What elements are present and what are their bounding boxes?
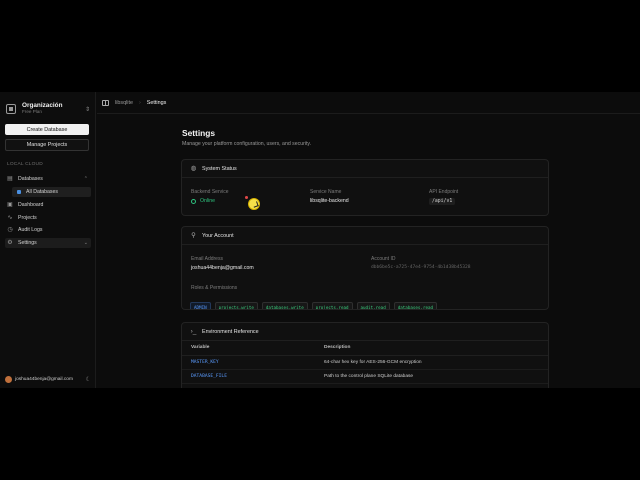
org-switcher[interactable]: Organización Free Plan ⇕	[6, 100, 90, 118]
gear-icon: ⚙	[7, 240, 13, 246]
backend-service-label: Backend Service	[191, 189, 229, 195]
sidebar-item-settings[interactable]: ⚙ Settings ⌄	[5, 238, 91, 248]
create-database-button[interactable]: Create Database	[5, 124, 89, 135]
account-id-value: dbb6be5c-a725-47e4-9754-4b1d38b45328	[371, 265, 471, 270]
env-variable: DATABASE_FILE	[182, 369, 315, 384]
sidebar-item-label: Settings	[18, 240, 37, 246]
card-title: System Status	[202, 165, 237, 172]
globe-icon: ◍	[190, 165, 197, 172]
sidebar: Organización Free Plan ⇕ Create Database…	[0, 92, 96, 388]
org-logo-icon	[6, 104, 16, 114]
table-header-row: Variable Description	[182, 341, 548, 356]
chevron-updown-icon: ⇕	[84, 106, 90, 113]
card-title: Environment Reference	[202, 328, 259, 335]
sidebar-item-label: Projects	[18, 215, 37, 221]
backend-status: Online	[191, 198, 215, 204]
breadcrumb: libsqlite › Settings	[115, 100, 166, 106]
clock-icon: ◷	[7, 227, 13, 233]
page-title: Settings	[182, 128, 216, 138]
roles-label: Roles & Permissions	[191, 285, 238, 291]
avatar	[5, 375, 12, 383]
topbar: libsqlite › Settings	[97, 92, 640, 114]
user-icon: ⚲	[191, 232, 196, 239]
card-title: Your Account	[202, 232, 234, 239]
breadcrumb-separator: ›	[138, 99, 141, 106]
table-row: MASTER_KEY 64-char hex key for AES-256-G…	[182, 355, 548, 370]
sidebar-item-all-databases[interactable]: All Databases	[12, 187, 91, 197]
sidebar-item-label: Databases	[18, 176, 43, 182]
user-email: joshua44benja@gmail.com	[15, 376, 73, 382]
service-name-label: Service Name	[310, 189, 342, 195]
system-status-card: ◍ System Status Backend Service Online S…	[181, 159, 549, 216]
click-indicator	[245, 196, 248, 199]
breadcrumb-current: Settings	[146, 99, 167, 106]
email-label: Email Address	[191, 256, 223, 262]
column-header-description: Description	[315, 341, 548, 356]
role-badge: projects.write	[214, 302, 258, 309]
dashboard-icon: ▣	[7, 202, 13, 208]
email-value: joshua44benja@gmail.com	[191, 265, 254, 271]
sidebar-item-projects[interactable]: ∿ Projects	[5, 213, 91, 223]
sidebar-toggle-icon[interactable]	[102, 99, 109, 106]
page-subtitle: Manage your platform configuration, user…	[182, 141, 312, 147]
role-badge: projects.read	[311, 302, 353, 309]
table-row: DATABASE_FILE Path to the control plane …	[182, 369, 548, 384]
sidebar-item-label: All Databases	[26, 189, 59, 195]
column-header-variable: Variable	[182, 341, 315, 356]
env-description: Path to the control plane SQLite databas…	[315, 369, 548, 384]
section-label-local-cloud: LOCAL CLOUD	[7, 162, 43, 167]
sidebar-item-databases[interactable]: ▤ Databases ⌃	[5, 174, 91, 184]
sidebar-item-label: Audit Logs	[18, 227, 43, 233]
activity-icon: ∿	[7, 215, 13, 221]
sidebar-item-dashboard[interactable]: ▣ Dashboard	[5, 200, 91, 210]
environment-reference-card: ›_ Environment Reference Variable Descri…	[181, 322, 549, 388]
chevron-up-icon: ⌃	[83, 176, 88, 182]
chevron-down-icon: ⌄	[83, 240, 88, 246]
sidebar-item-label: Dashboard	[18, 202, 44, 208]
api-endpoint-label: API Endpoint	[429, 189, 459, 195]
service-name-value: libsqlite-backend	[310, 198, 349, 204]
role-badge: audit.read	[356, 302, 390, 309]
account-card: ⚲ Your Account Email Address joshua44ben…	[181, 226, 549, 310]
api-endpoint-value: /api/v1	[429, 198, 456, 205]
role-badge: databases.write	[261, 302, 308, 309]
env-variable: MASTER_KEY	[182, 355, 315, 370]
user-menu[interactable]: joshua44benja@gmail.com ☾	[5, 375, 91, 383]
org-plan: Free Plan	[22, 109, 42, 115]
env-table: Variable Description MASTER_KEY 64-char …	[182, 341, 548, 384]
moon-icon[interactable]: ☾	[86, 376, 91, 383]
database-icon: ▤	[7, 176, 13, 182]
status-badge: Online	[200, 198, 215, 204]
mouse-cursor-icon	[249, 199, 259, 209]
breadcrumb-item[interactable]: libsqlite	[115, 100, 133, 106]
app-window: Organización Free Plan ⇕ Create Database…	[0, 92, 640, 388]
manage-projects-button[interactable]: Manage Projects	[5, 139, 89, 151]
account-id-label: Account ID	[371, 256, 396, 262]
roles-list: ADMIN projects.write databases.write pro…	[190, 302, 438, 309]
dot-icon	[17, 190, 21, 194]
sidebar-item-audit-logs[interactable]: ◷ Audit Logs	[5, 225, 91, 235]
role-badge: ADMIN	[190, 302, 211, 309]
main-content: Settings Manage your platform configurat…	[97, 115, 640, 388]
status-ring-icon	[191, 198, 196, 204]
role-badge: databases.read	[393, 302, 438, 309]
terminal-icon: ›_	[190, 328, 197, 335]
env-description: 64-char hex key for AES-256-GCM encrypti…	[315, 355, 548, 370]
